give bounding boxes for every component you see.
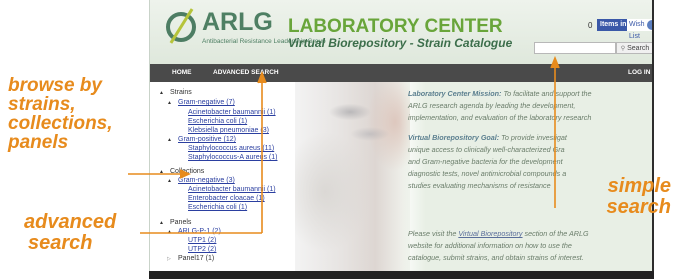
- tree-panels-label: Panels: [170, 219, 192, 226]
- mission-paragraph: Laboratory Center Mission: To facilitate…: [408, 88, 648, 124]
- annotation-line: collections,: [8, 113, 113, 134]
- annotation-line: advanced: [24, 211, 117, 233]
- nav-home[interactable]: HOME: [172, 69, 192, 76]
- items-count: 0: [588, 21, 593, 30]
- tree-col-gram-negative-link[interactable]: Gram-negative (3): [178, 177, 235, 184]
- virtual-biorepository-link[interactable]: Virtual Biorepository: [458, 229, 522, 238]
- visit-line: section of the ARLG: [522, 229, 589, 238]
- collapse-triangle-icon[interactable]: ▲: [159, 218, 164, 228]
- collapse-triangle-icon[interactable]: ▲: [167, 135, 172, 145]
- tree-panel17-label[interactable]: Panel17 (1): [178, 255, 214, 262]
- annotation-line: strains,: [8, 94, 76, 115]
- tree-col-enterobacter-link[interactable]: Enterobacter cloacae (1): [188, 195, 265, 202]
- tree-utp2-link[interactable]: UTP2 (2): [188, 246, 216, 253]
- search-input[interactable]: [534, 42, 616, 54]
- vb-line: and Gram-negative bacteria for the devel…: [408, 157, 563, 166]
- search-icon: ⚲: [620, 46, 626, 52]
- search-button-label: Search: [627, 45, 650, 52]
- mission-label: Laboratory Center Mission:: [408, 89, 502, 98]
- vb-line: diagnostic tests, novel antimicrobial co…: [408, 169, 567, 178]
- annotation-browse: browse by strains, collections, panels: [8, 76, 113, 152]
- annotation-line: search: [606, 196, 672, 218]
- site-logo[interactable]: ARLG: [202, 8, 273, 37]
- tree-col-ecoli-link[interactable]: Escherichia coli (1): [188, 204, 247, 211]
- visit-line: Please visit the: [408, 229, 459, 238]
- vb-line: studies evaluating mechanisms of resista…: [408, 181, 551, 190]
- tree-strains-label: Strains: [170, 89, 192, 96]
- tree-panel17[interactable]: ▷ Panel17 (1): [167, 254, 214, 264]
- annotation-simple-search: simple search: [585, 175, 672, 218]
- screenshot-bottom-edge: [149, 271, 654, 279]
- annotation-line: search: [28, 232, 93, 254]
- annotation-advanced-search: advanced search: [24, 212, 116, 254]
- tree-arlg-label[interactable]: ARLG-P-1 (2): [178, 228, 221, 235]
- tree-ecoli-link[interactable]: Escherichia coli (1): [188, 118, 247, 125]
- tree-gram-positive-link[interactable]: Gram-positive (12): [178, 136, 236, 143]
- tree-gram-negative-link[interactable]: Gram-negative (7): [178, 99, 235, 106]
- collapse-triangle-icon[interactable]: ▲: [159, 88, 164, 98]
- vb-line: To provide investigat: [499, 133, 567, 142]
- annotation-line: panels: [8, 132, 69, 153]
- visit-paragraph: Please visit the Virtual Biorepository s…: [408, 228, 648, 264]
- tree-staph-link[interactable]: Staphylococcus aureus (11): [188, 145, 274, 152]
- nav-bar: HOME ADVANCED SEARCH LOG IN: [150, 64, 652, 82]
- search-button[interactable]: ⚲ Search: [616, 42, 652, 54]
- collapse-triangle-icon[interactable]: ▲: [167, 176, 172, 186]
- vb-line: unique access to clinically well-charact…: [408, 145, 565, 154]
- collapse-triangle-icon[interactable]: ▲: [167, 98, 172, 108]
- bacteria-image: [295, 82, 410, 271]
- collapse-triangle-icon[interactable]: ▲: [167, 227, 172, 237]
- visit-line: catalogue, submit strains, and obtain st…: [408, 253, 584, 262]
- wish-list-icon[interactable]: [647, 20, 652, 30]
- tree-utp1-link[interactable]: UTP1 (2): [188, 237, 216, 244]
- mission-line: To facilitate and support the: [501, 89, 592, 98]
- tree-staph-a-link[interactable]: Staphylococcus-A aureus (1): [188, 154, 278, 161]
- tree-acinetobacter-link[interactable]: Acinetobacter baumannii (1): [188, 109, 276, 116]
- tree-collections-label: Collections: [170, 168, 205, 175]
- mission-line: ARLG research agenda by leading the deve…: [408, 101, 576, 110]
- nav-login[interactable]: LOG IN: [628, 69, 650, 76]
- page-title: LABORATORY CENTER: [288, 16, 503, 37]
- annotation-line: simple: [607, 175, 671, 197]
- mission-line: implementation, and evaluation of the la…: [408, 113, 592, 122]
- items-in-button[interactable]: Items in: [597, 19, 630, 31]
- nav-advanced-search[interactable]: ADVANCED SEARCH: [213, 69, 279, 76]
- visit-line: website for additional information on ho…: [408, 241, 572, 250]
- tree-col-acinetobacter-link[interactable]: Acinetobacter baumannii (1): [188, 186, 276, 193]
- main-content: ▲ Strains ▲ Gram-negative (7) Acinetobac…: [150, 82, 652, 271]
- collapse-triangle-icon[interactable]: ▲: [159, 167, 164, 177]
- tree-klebsiella-link[interactable]: Klebsiella pneumoniae (3): [188, 127, 269, 134]
- tree-strains[interactable]: ▲ Strains: [159, 88, 192, 98]
- annotation-line: browse by: [8, 75, 102, 96]
- site-header: ARLG Antibacterial Resistance Leadership…: [150, 0, 652, 64]
- vb-goal-label: Virtual Biorepository Goal:: [408, 133, 500, 142]
- tree-gram-negative[interactable]: ▲ Gram-negative (7): [167, 98, 235, 108]
- expand-triangle-icon[interactable]: ▷: [167, 254, 171, 264]
- screenshot-frame: ARLG Antibacterial Resistance Leadership…: [149, 0, 654, 279]
- page-subtitle: Virtual Biorepository - Strain Catalogue: [288, 36, 513, 50]
